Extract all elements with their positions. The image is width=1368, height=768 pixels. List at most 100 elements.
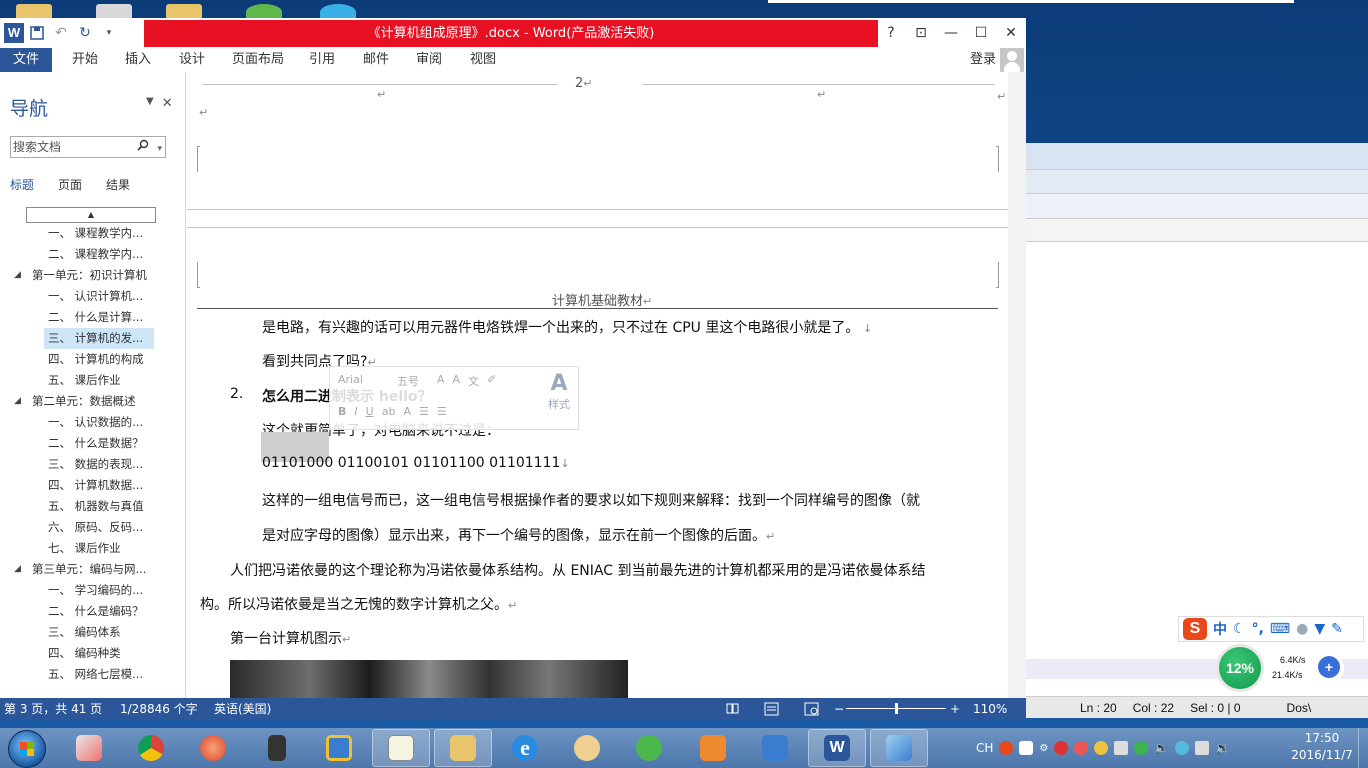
taskbar-app-stack-icon[interactable] xyxy=(746,729,804,767)
phonetic-guide-icon[interactable]: 文 xyxy=(468,373,479,389)
taskbar-app-explorer-icon[interactable] xyxy=(434,729,492,767)
tab-file[interactable]: 文件 xyxy=(0,48,52,72)
vertical-scrollbar[interactable] xyxy=(1008,72,1026,698)
nav-options-chevron-down-icon[interactable]: ▼ xyxy=(146,96,154,111)
font-size-field[interactable]: 五号 xyxy=(397,373,419,389)
nav-heading-level2[interactable]: 四、 编码种类 xyxy=(0,643,186,664)
start-button[interactable] xyxy=(8,730,46,768)
search-icon[interactable] xyxy=(137,139,149,151)
web-layout-icon[interactable] xyxy=(804,698,820,720)
monitor-tray-icon[interactable] xyxy=(1195,741,1210,755)
zoom-out-button[interactable]: − xyxy=(834,698,844,720)
save-icon[interactable] xyxy=(26,22,48,44)
taskbar-app-snail-icon[interactable] xyxy=(184,729,242,767)
nav-heading-level2[interactable]: 三、 数据的表现... xyxy=(0,454,186,475)
tab-references[interactable]: 引用 xyxy=(309,48,335,72)
record-tray-icon[interactable] xyxy=(1074,741,1089,755)
clock[interactable]: 17:50 2016/11/7 xyxy=(1290,730,1354,764)
nav-heading-level2[interactable]: 二、 什么是数据？ xyxy=(0,433,186,454)
tab-view[interactable]: 视图 xyxy=(470,48,496,72)
taskbar-app-kingsoft-icon[interactable] xyxy=(684,729,742,767)
settings-tray-icon[interactable]: ⚙ xyxy=(1039,743,1048,754)
nav-heading-level2[interactable]: 一、 学习编码的... xyxy=(0,580,186,601)
nav-heading-level2[interactable]: 二、 什么是计算... xyxy=(0,307,186,328)
nav-heading-level2[interactable]: 五、 课后作业 xyxy=(0,370,186,391)
nav-heading-level1[interactable]: ◢ 第二单元：数据概述 xyxy=(0,391,186,412)
ime-mode-label[interactable]: 中 xyxy=(1213,619,1227,639)
tab-review[interactable]: 审阅 xyxy=(416,48,442,72)
nav-search-input[interactable]: 搜索文档 ▾ xyxy=(10,136,166,158)
tab-results[interactable]: 结果 xyxy=(106,176,130,193)
collapse-caret-icon[interactable]: ◢ xyxy=(14,391,21,412)
taskbar-app-refresh-icon[interactable] xyxy=(620,729,678,767)
nav-heading-level2[interactable]: 七、 课后作业 xyxy=(0,538,186,559)
search-options-chevron-down-icon[interactable]: ▾ xyxy=(157,139,162,159)
taskbar-app-window-icon[interactable] xyxy=(310,729,368,767)
tab-pages[interactable]: 页面 xyxy=(58,176,82,193)
word-logo-icon[interactable]: W xyxy=(4,23,24,43)
tab-design[interactable]: 设计 xyxy=(179,48,205,72)
nav-heading-level2[interactable]: 三、 编码体系 xyxy=(0,622,186,643)
taskbar-app-chart-icon[interactable] xyxy=(372,729,430,767)
keyboard-icon[interactable]: ⌨ xyxy=(1270,621,1290,637)
punctuation-icon[interactable]: °, xyxy=(1252,621,1264,637)
plus-tray-icon[interactable] xyxy=(1134,741,1149,755)
network-tray-icon[interactable] xyxy=(1175,741,1190,755)
volume-icon[interactable]: 🔉 xyxy=(1215,741,1230,755)
tab-insert[interactable]: 插入 xyxy=(125,48,151,72)
taskbar-app-chrome-icon[interactable] xyxy=(122,729,180,767)
flag-tray-icon[interactable] xyxy=(1054,741,1069,755)
taskbar-app-palette-icon[interactable] xyxy=(558,729,616,767)
zoom-slider-thumb[interactable] xyxy=(895,703,898,714)
format-painter-icon[interactable]: ✐ xyxy=(487,373,496,389)
help-tray-icon[interactable] xyxy=(1019,741,1034,755)
bold-icon[interactable]: B xyxy=(338,405,346,418)
moon-icon[interactable]: ☾ xyxy=(1233,621,1246,637)
accelerate-plus-icon[interactable]: + xyxy=(1318,656,1340,678)
page-count[interactable]: 第 3 页，共 41 页 xyxy=(4,698,102,720)
nav-heading-level2[interactable]: 三、 计算机的发... xyxy=(44,328,154,349)
taskbar-app-camera-icon[interactable] xyxy=(248,729,306,767)
speaker-tray-icon[interactable]: 🔈 xyxy=(1154,741,1169,755)
italic-icon[interactable]: I xyxy=(354,405,357,418)
nav-heading-level2[interactable]: 四、 计算机的构成 xyxy=(0,349,186,370)
skin-icon[interactable]: ▼ xyxy=(1314,621,1325,637)
taskbar-app-word-icon[interactable]: W xyxy=(808,729,866,767)
taskbar-app-paint2-icon[interactable] xyxy=(870,729,928,767)
grow-font-icon[interactable]: A xyxy=(437,373,445,389)
numbering-icon[interactable]: ☰ xyxy=(437,405,447,418)
collapse-caret-icon[interactable]: ◢ xyxy=(14,559,21,580)
nav-heading-level2[interactable]: 一、 课程教学内... xyxy=(0,223,186,244)
print-layout-icon[interactable] xyxy=(764,698,780,720)
taskbar-app-ie-icon[interactable]: e xyxy=(496,729,554,767)
taskbar-app-paint-icon[interactable] xyxy=(60,729,118,767)
zoom-level[interactable]: 110% xyxy=(973,698,1007,720)
tab-mailings[interactable]: 邮件 xyxy=(363,48,389,72)
minimize-button[interactable]: — xyxy=(936,18,966,48)
wrench-icon[interactable]: ✎ xyxy=(1331,621,1343,637)
language[interactable]: 英语(美国) xyxy=(214,698,271,720)
highlight-icon[interactable]: ab xyxy=(382,405,396,418)
customize-qat-icon[interactable]: ▾ xyxy=(98,22,120,44)
zoom-in-button[interactable]: + xyxy=(950,698,960,720)
nav-heading-level2[interactable]: 一、 认识数据的... xyxy=(0,412,186,433)
document-area[interactable]: 2↵ ↵ ↵ ↵ ↵ 计算机基础教材↵ 是电路，有兴趣的话可以用元器件电烙铁焊一… xyxy=(187,72,1008,698)
nav-heading-level2[interactable]: 一、 认识计算机... xyxy=(0,286,186,307)
font-name-field[interactable]: Arial xyxy=(338,373,363,389)
windows-tray-icon[interactable] xyxy=(1114,741,1129,755)
tab-home[interactable]: 开始 xyxy=(72,48,98,72)
tab-layout[interactable]: 页面布局 xyxy=(232,48,284,72)
avatar[interactable] xyxy=(1000,48,1024,72)
undo-icon[interactable]: ↶ xyxy=(50,22,72,44)
network-speed-widget[interactable]: 6.4K/s 21.4K/s + 12% xyxy=(1216,644,1344,692)
styles-button[interactable]: A 样式 xyxy=(548,371,570,412)
cpu-usage-gauge[interactable]: 12% xyxy=(1216,644,1264,692)
ime-toolbar[interactable]: S 中 ☾ °, ⌨ ● ▼ ✎ xyxy=(1178,616,1364,642)
smile-tray-icon[interactable] xyxy=(1094,741,1109,755)
nav-heading-level2[interactable]: 二、 什么是编码？ xyxy=(0,601,186,622)
close-button[interactable]: ✕ xyxy=(996,18,1026,48)
nav-heading-level2[interactable]: 五、 网络七层模... xyxy=(0,664,186,685)
nav-heading-level2[interactable]: 四、 计算机数据... xyxy=(0,475,186,496)
mini-toolbar[interactable]: Arial 五号 A A 文 ✐ B I U ab A ☰ ☰ A 样式 xyxy=(329,366,579,430)
sogou-logo-icon[interactable]: S xyxy=(1183,618,1207,640)
